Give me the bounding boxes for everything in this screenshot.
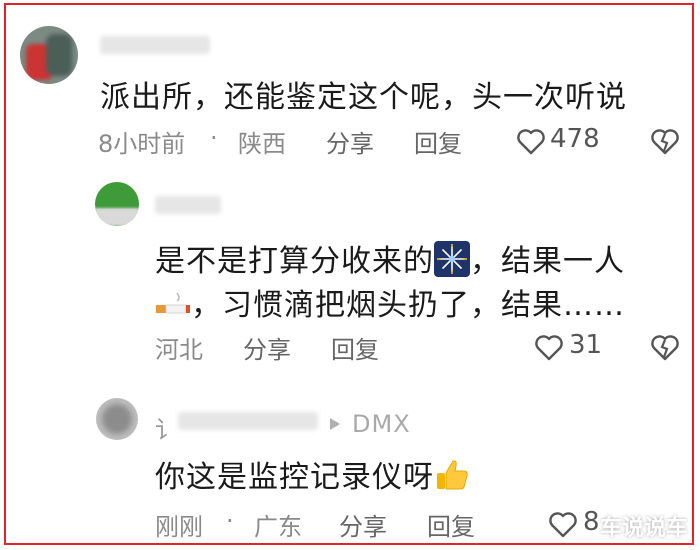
device-label-3: DMX [352, 410, 411, 438]
fireworks-emoji [434, 241, 470, 277]
username-blurred-3[interactable] [178, 412, 318, 430]
like-count-3: 8 [583, 507, 600, 537]
thumbs-up-emoji [434, 457, 470, 493]
watermark: 车说说车 [600, 516, 689, 541]
username-blurred-1[interactable] [100, 36, 210, 54]
comment-location-1: 陕西 [238, 130, 286, 158]
username-blurred-2[interactable] [155, 196, 221, 214]
heart-icon[interactable] [548, 510, 578, 538]
comment-text-1: 派出所，还能鉴定这个呢，头一次听说 [100, 80, 627, 115]
comment-time-3: 刚刚 [155, 513, 203, 541]
comment-text-3: 你这是监控记录仪呀 [155, 452, 470, 496]
meta-separator-3: · [226, 507, 234, 535]
reply-button-3[interactable]: 回复 [427, 507, 475, 542]
share-button-3[interactable]: 分享 [339, 507, 387, 542]
heart-icon[interactable] [534, 333, 564, 361]
share-button-1[interactable]: 分享 [326, 124, 374, 159]
comment-text-2-part2: ，结果一人 [470, 244, 625, 279]
dislike-heart-icon[interactable] [650, 127, 680, 155]
share-button-2[interactable]: 分享 [243, 330, 291, 365]
avatar-commenter-2[interactable] [95, 182, 139, 226]
heart-icon[interactable] [516, 127, 546, 155]
like-count-1: 478 [550, 124, 600, 154]
comment-text-2-part1: 是不是打算分收来的 [155, 244, 434, 279]
avatar-commenter-1[interactable] [20, 26, 78, 84]
dislike-heart-icon[interactable] [650, 333, 680, 361]
meta-separator-1: · [210, 124, 218, 152]
comment-text-2-line1: 是不是打算分收来的 ，结果一人 [155, 236, 625, 280]
comment-location-2: 河北 [155, 336, 203, 364]
comment-text-2-part3: ，习惯滴把烟头扔了，结果…… [191, 288, 625, 323]
play-arrow-icon [328, 416, 342, 432]
username-visible-3[interactable]: 讠 [155, 410, 179, 445]
comment-text-2-line2: ，习惯滴把烟头扔了，结果…… [155, 280, 625, 324]
cigarette-emoji [155, 289, 191, 319]
comment-time-1: 8小时前 [98, 130, 186, 158]
comment-text-3-part1: 你这是监控记录仪呀 [155, 460, 434, 495]
reply-button-1[interactable]: 回复 [414, 124, 462, 159]
like-count-2: 31 [569, 330, 603, 360]
avatar-commenter-3[interactable] [96, 398, 138, 440]
comment-location-3: 广东 [254, 513, 302, 541]
reply-button-2[interactable]: 回复 [331, 330, 379, 365]
